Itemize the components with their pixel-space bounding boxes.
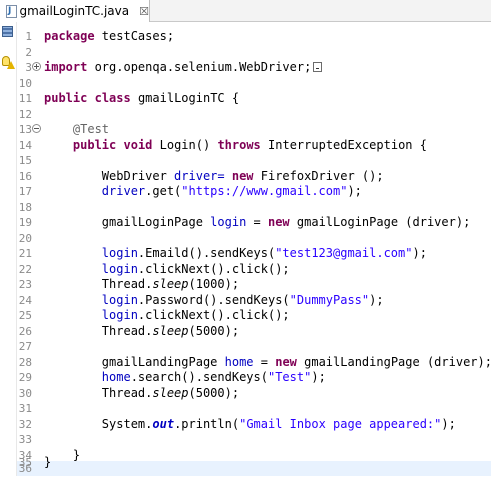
quickfix-warning-icon[interactable] xyxy=(1,56,15,70)
collapsed-imports-icon[interactable] xyxy=(313,62,323,72)
code-line[interactable]: login.clickNext().click(); xyxy=(44,262,290,278)
fold-toggle-icon[interactable] xyxy=(32,124,41,133)
line-number: 2 xyxy=(25,45,32,59)
java-file-icon: J xyxy=(6,4,17,18)
code-line[interactable]: System.out.println("Gmail Inbox page app… xyxy=(44,417,456,433)
line-number: 22 xyxy=(18,262,32,276)
line-number: 21 xyxy=(18,247,32,260)
code-line[interactable]: driver.get("https://www.gmail.com"); xyxy=(44,184,362,200)
line-number: 17 xyxy=(18,185,32,198)
code-line[interactable]: import org.openqa.selenium.WebDriver; xyxy=(44,60,323,76)
line-number: 36 xyxy=(18,462,32,475)
line-number: 13 xyxy=(18,123,32,136)
line-number: 23 xyxy=(18,278,32,291)
code-line[interactable]: Thread.sleep(5000); xyxy=(44,324,239,340)
line-number: 18 xyxy=(18,200,32,214)
code-line[interactable]: WebDriver driver= new FirefoxDriver (); xyxy=(44,169,384,185)
code-line[interactable]: login.clickNext().click(); xyxy=(44,308,290,324)
code-line[interactable]: public class gmailLoginTC { xyxy=(44,91,239,107)
line-number: 16 xyxy=(18,169,32,183)
code-line[interactable]: public void Login() throws InterruptedEx… xyxy=(44,138,427,154)
tab-title: gmailLoginTC.java xyxy=(19,4,130,18)
bookmark-icon[interactable] xyxy=(2,26,13,37)
code-line[interactable]: @Test xyxy=(44,122,109,138)
close-icon[interactable]: ☒ xyxy=(139,5,149,18)
code-line[interactable]: Thread.sleep(1000); xyxy=(44,277,239,293)
code-line[interactable]: home.search().sendKeys("Test"); xyxy=(44,370,326,386)
line-number: 31 xyxy=(18,402,32,415)
line-number: 27 xyxy=(18,340,32,353)
java-editor: J gmailLoginTC.java ☒ 1 2 3 10 11 12 13 … xyxy=(0,0,491,476)
line-number: 19 xyxy=(18,216,32,229)
code-line[interactable]: } xyxy=(44,455,51,471)
editor-tab-bar: J gmailLoginTC.java ☒ xyxy=(0,0,491,22)
line-number: 10 xyxy=(18,76,32,90)
fold-toggle-icon[interactable] xyxy=(32,62,41,71)
current-line-highlight xyxy=(17,461,491,476)
annotation-ruler[interactable] xyxy=(0,22,16,476)
code-line[interactable]: login.Password().sendKeys("DummyPass"); xyxy=(44,293,384,309)
line-number: 1 xyxy=(25,30,32,43)
line-number: 29 xyxy=(18,371,32,384)
line-number: 33 xyxy=(18,433,32,446)
line-number: 11 xyxy=(18,92,32,105)
tab-gmaillogintc-java[interactable]: J gmailLoginTC.java ☒ xyxy=(0,0,150,22)
line-number: 15 xyxy=(18,154,32,167)
line-number: 25 xyxy=(18,309,32,322)
line-number: 26 xyxy=(18,324,32,338)
code-line[interactable]: gmailLandingPage home = new gmailLanding… xyxy=(44,355,491,371)
code-line[interactable]: login.Emaild().sendKeys("test123@gmail.c… xyxy=(44,246,427,262)
line-number: 12 xyxy=(18,107,32,121)
line-number: 3 xyxy=(25,61,32,74)
line-number: 32 xyxy=(18,417,32,431)
line-number: 14 xyxy=(18,138,32,152)
code-line[interactable]: gmailLoginPage login = new gmailLoginPag… xyxy=(44,215,471,231)
line-number: 20 xyxy=(18,231,32,245)
line-number: 30 xyxy=(18,386,32,400)
line-number: 28 xyxy=(18,355,32,369)
code-line[interactable]: package testCases; xyxy=(44,29,174,45)
line-number: 24 xyxy=(18,293,32,307)
code-line[interactable]: Thread.sleep(5000); xyxy=(44,386,239,402)
